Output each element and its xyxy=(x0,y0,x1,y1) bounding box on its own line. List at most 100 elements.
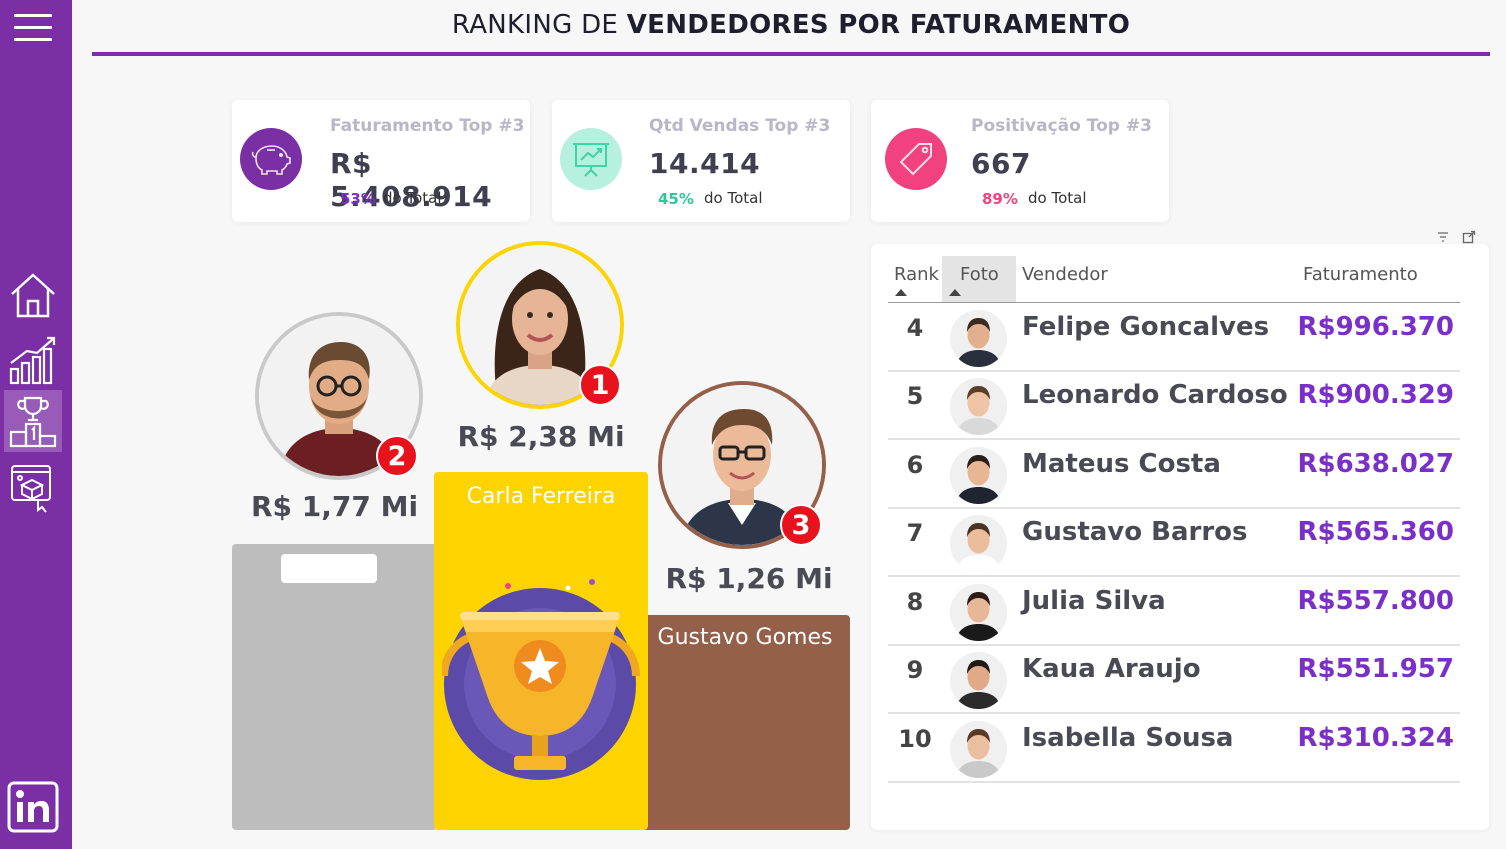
podium-second-block xyxy=(232,544,437,830)
table-row[interactable]: 9 Kaua Araujo R$551.957 xyxy=(888,646,1460,714)
podium-trophy-icon xyxy=(9,396,57,448)
row-divider xyxy=(888,575,1460,577)
presentation-chart-icon xyxy=(573,143,609,177)
seller-avatar-icon xyxy=(950,721,1007,778)
row-faturamento: R$557.800 xyxy=(1297,586,1454,616)
column-header-rank[interactable]: Rank xyxy=(894,264,939,285)
trophy-illustration xyxy=(442,579,640,780)
column-header-foto[interactable]: Foto xyxy=(960,264,999,285)
kpi-card-positivacao: Positivação Top #3 667 89% do Total xyxy=(871,100,1169,222)
kpi-card-qtd-vendas: Qtd Vendas Top #3 14.414 45% do Total xyxy=(552,100,850,222)
kpi-label: Qtd Vendas Top #3 xyxy=(649,116,831,136)
row-faturamento: R$310.324 xyxy=(1297,723,1454,753)
kpi-card-faturamento: Faturamento Top #3 R$ 5.408.914 53% do T… xyxy=(232,100,530,222)
kpi-icon-circle xyxy=(240,128,302,190)
bar-chart-icon xyxy=(9,336,56,385)
seller-avatar-icon xyxy=(950,447,1007,504)
podium-third-name: Gustavo Gomes xyxy=(657,625,833,650)
row-faturamento: R$551.957 xyxy=(1297,654,1454,684)
seller-avatar-icon xyxy=(950,652,1007,709)
sort-ascending-icon xyxy=(949,289,961,296)
table-row[interactable]: 5 Leonardo Cardoso R$900.329 xyxy=(888,372,1460,440)
row-seller-name: Isabella Sousa xyxy=(1022,723,1234,753)
row-rank: 8 xyxy=(906,588,924,616)
column-header-vendedor[interactable]: Vendedor xyxy=(1022,264,1108,285)
ranking-button[interactable] xyxy=(4,390,62,452)
analytics-button[interactable] xyxy=(4,328,62,390)
row-divider xyxy=(888,712,1460,714)
seller-avatar-icon xyxy=(950,584,1007,641)
kpi-value: 14.414 xyxy=(649,147,761,180)
home-button[interactable] xyxy=(4,264,62,326)
tablet-cube-icon xyxy=(11,465,51,513)
table-row[interactable]: 6 Mateus Costa R$638.027 xyxy=(888,441,1460,509)
home-icon xyxy=(11,273,55,318)
rank-badge-third: 3 xyxy=(780,504,822,546)
column-header-faturamento[interactable]: Faturamento xyxy=(1303,264,1418,285)
sidebar xyxy=(0,0,72,849)
kpi-percent: 89% xyxy=(982,190,1018,208)
row-rank: 5 xyxy=(906,382,924,410)
podium-third-block: Gustavo Gomes xyxy=(640,615,850,830)
row-faturamento: R$565.360 xyxy=(1297,517,1454,547)
kpi-percent-text: do Total xyxy=(1028,189,1087,207)
seller-avatar-icon xyxy=(950,310,1007,367)
table-row[interactable]: 10 Isabella Sousa R$310.324 xyxy=(888,715,1460,783)
table-row[interactable]: 8 Julia Silva R$557.800 xyxy=(888,578,1460,646)
title-underline xyxy=(92,52,1490,56)
podium-first-name: Carla Ferreira xyxy=(466,484,616,509)
kpi-percent-text: do Total xyxy=(704,189,763,207)
row-avatar xyxy=(950,721,1007,778)
row-avatar xyxy=(950,584,1007,641)
kpi-icon-circle xyxy=(885,128,947,190)
row-seller-name: Julia Silva xyxy=(1022,586,1166,616)
row-divider xyxy=(888,438,1460,440)
row-seller-name: Kaua Araujo xyxy=(1022,654,1201,684)
row-rank: 4 xyxy=(906,314,924,342)
tag-icon xyxy=(899,143,932,176)
row-seller-name: Mateus Costa xyxy=(1022,449,1221,479)
table-toolbar xyxy=(1436,230,1476,244)
kpi-percent: 53% xyxy=(340,190,376,208)
kpi-label: Positivação Top #3 xyxy=(971,116,1152,136)
title-bold-part: VENDEDORES POR FATURAMENTO xyxy=(626,10,1131,40)
kpi-icon-circle xyxy=(560,128,622,190)
row-rank: 6 xyxy=(906,451,924,479)
podium-third-value: R$ 1,26 Mi xyxy=(665,562,833,595)
podium-second-name-tag xyxy=(281,554,377,583)
linkedin-button[interactable] xyxy=(4,776,62,838)
row-rank: 7 xyxy=(906,519,924,547)
sort-ascending-icon xyxy=(895,289,907,296)
row-faturamento: R$996.370 xyxy=(1297,312,1454,342)
podium-first-block: Carla Ferreira xyxy=(434,472,648,830)
menu-icon[interactable] xyxy=(14,14,52,48)
row-faturamento: R$900.329 xyxy=(1297,380,1454,410)
table-row[interactable]: 4 Felipe Goncalves R$996.370 xyxy=(888,304,1460,372)
filter-icon[interactable] xyxy=(1436,230,1450,244)
kpi-value: 667 xyxy=(971,147,1031,180)
kpi-percent-text: do Total xyxy=(383,189,442,207)
row-seller-name: Leonardo Cardoso xyxy=(1022,380,1288,410)
podium-second-value: R$ 1,77 Mi xyxy=(250,490,419,523)
row-avatar xyxy=(950,515,1007,572)
table-row[interactable]: 7 Gustavo Barros R$565.360 xyxy=(888,509,1460,577)
row-avatar xyxy=(950,310,1007,367)
row-divider xyxy=(888,781,1460,783)
row-rank: 9 xyxy=(906,656,924,684)
seller-avatar-icon xyxy=(950,515,1007,572)
podium-first-value: R$ 2,38 Mi xyxy=(457,420,625,453)
title-normal-part: RANKING DE xyxy=(451,10,627,40)
seller-avatar-icon xyxy=(950,378,1007,435)
row-faturamento: R$638.027 xyxy=(1297,449,1454,479)
products-button[interactable] xyxy=(4,456,62,518)
kpi-label: Faturamento Top #3 xyxy=(330,116,525,136)
row-avatar xyxy=(950,652,1007,709)
header-divider xyxy=(888,302,1460,303)
row-avatar xyxy=(950,378,1007,435)
linkedin-icon xyxy=(7,781,59,833)
row-seller-name: Gustavo Barros xyxy=(1022,517,1248,547)
row-rank: 10 xyxy=(898,725,932,753)
row-seller-name: Felipe Goncalves xyxy=(1022,312,1270,342)
page-title: RANKING DE VENDEDORES POR FATURAMENTO xyxy=(92,10,1490,40)
focus-mode-icon[interactable] xyxy=(1462,230,1476,244)
